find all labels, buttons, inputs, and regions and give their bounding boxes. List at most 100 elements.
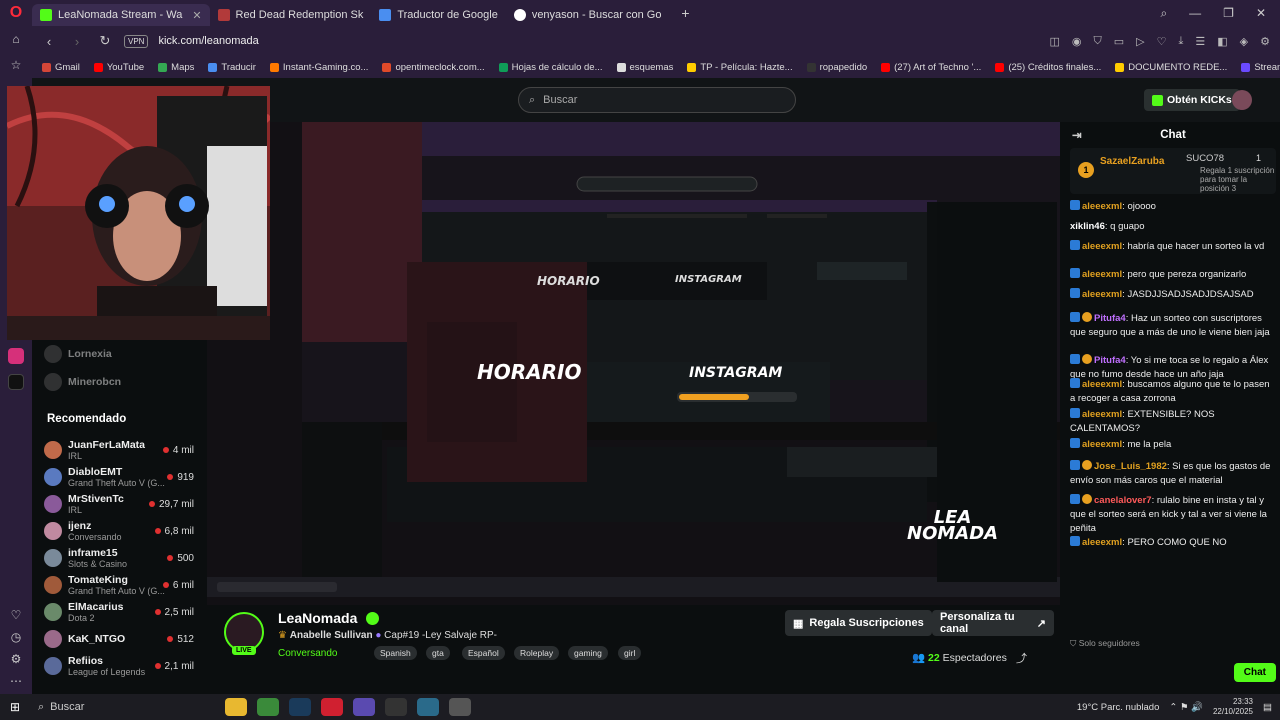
tag-chip[interactable]: girl xyxy=(618,646,642,660)
bookmark-item[interactable]: Instant-Gaming.co... xyxy=(269,62,368,73)
sidebar-item-channel[interactable]: MrStivenTc IRL 29,7 mil xyxy=(44,491,194,517)
sidebar-item-channel[interactable]: KaK_NTGO 512 xyxy=(44,626,194,652)
extension-icon[interactable]: ◈ xyxy=(1240,35,1248,48)
bookmark-item[interactable]: esquemas xyxy=(616,62,673,73)
chat-username[interactable]: aleeexml xyxy=(1082,379,1122,390)
profile-icon[interactable]: ◧ xyxy=(1217,35,1227,48)
settings-icon[interactable]: ⚙ xyxy=(1260,35,1270,48)
chat-input[interactable]: Chat xyxy=(1070,658,1276,686)
chat-username[interactable]: aleeexml xyxy=(1082,201,1122,212)
bookmark-item[interactable]: TP - Película: Hazte... xyxy=(687,62,793,73)
search-icon[interactable]: ⌕ xyxy=(1160,6,1167,21)
weather-text[interactable]: 19°C Parc. nublado xyxy=(1077,702,1160,713)
chat-username[interactable]: xiklin46 xyxy=(1070,221,1105,232)
forward-icon[interactable]: › xyxy=(68,34,86,49)
chat-username[interactable]: canelalover7 xyxy=(1094,495,1152,506)
pin-icon[interactable]: ☆ xyxy=(0,52,32,78)
restore-icon[interactable]: ❐ xyxy=(1223,6,1234,21)
new-tab-button[interactable]: + xyxy=(675,3,695,23)
back-icon[interactable]: ‹ xyxy=(40,34,58,49)
discord-icon[interactable] xyxy=(353,698,375,716)
sidebar-item-offline[interactable]: Minerobcn xyxy=(44,371,194,393)
tab-google-translate[interactable]: Traductor de Google xyxy=(371,4,505,26)
avatar[interactable] xyxy=(1232,90,1252,110)
steam-icon[interactable] xyxy=(289,698,311,716)
chat-username[interactable]: aleeexml xyxy=(1082,269,1122,280)
opera-icon[interactable] xyxy=(321,698,343,716)
opera-logo-icon[interactable]: O xyxy=(0,0,32,26)
customize-channel-button[interactable]: Personaliza tu canal ↗ xyxy=(932,610,1054,636)
bookmark-item[interactable]: Maps xyxy=(158,62,194,73)
tag-chip[interactable]: gaming xyxy=(568,646,608,660)
shield-icon[interactable]: ⛉ xyxy=(1094,35,1102,48)
chat-username[interactable]: Pitufa4 xyxy=(1094,313,1126,324)
chat-username[interactable]: aleeexml xyxy=(1082,289,1122,300)
chat-username[interactable]: aleeexml xyxy=(1082,409,1122,420)
home-icon[interactable]: ⌂ xyxy=(0,26,32,52)
taskbar-search[interactable]: ⌕ Buscar xyxy=(30,697,220,717)
tab-red-dead[interactable]: Red Dead Redemption Sk xyxy=(210,4,372,26)
menu-icon[interactable]: ☰ xyxy=(1195,35,1205,48)
share-icon[interactable]: ⤴ xyxy=(1016,650,1027,666)
chat-username[interactable]: Pitufa4 xyxy=(1094,355,1126,366)
sidebar-item-channel[interactable]: inframe15 Slots & Casino 500 xyxy=(44,545,194,571)
tag-chip[interactable]: Español xyxy=(462,646,505,660)
wallet-icon[interactable]: ▭ xyxy=(1114,35,1124,48)
bookmark-item[interactable]: Traducir xyxy=(208,62,256,73)
url-field[interactable]: kick.com/leanomada xyxy=(158,35,258,47)
camera-icon[interactable]: ◉ xyxy=(1072,35,1082,48)
gift-subs-button[interactable]: ▦ Regala Suscripciones xyxy=(785,610,932,636)
tag-chip[interactable]: Spanish xyxy=(374,646,417,660)
collapse-chat-icon[interactable]: ⇥ xyxy=(1072,128,1082,142)
more-icon[interactable]: ⋯ xyxy=(0,668,32,694)
close-icon[interactable]: ✕ xyxy=(192,9,201,22)
tag-chip[interactable]: gta xyxy=(426,646,450,660)
chat-username[interactable]: aleeexml xyxy=(1082,537,1122,548)
notifications-icon[interactable]: ▤ xyxy=(1263,702,1272,713)
bookmark-item[interactable]: DOCUMENTO REDE... xyxy=(1115,62,1227,73)
bookmark-item[interactable]: opentimeclock.com... xyxy=(382,62,485,73)
sidebar-item-channel[interactable]: DiabloEMT Grand Theft Auto V (G... 919 xyxy=(44,464,194,490)
sidebar-item-channel[interactable]: ElMacarius Dota 2 2,5 mil xyxy=(44,599,194,625)
bookmark-item[interactable]: StreamElements - O... xyxy=(1241,62,1280,73)
play-icon[interactable]: ▷ xyxy=(1136,35,1144,48)
bookmark-item[interactable]: (27) Art of Techno '... xyxy=(881,62,981,73)
tag-chip[interactable]: Roleplay xyxy=(514,646,560,660)
bookmark-item[interactable]: Hojas de cálculo de... xyxy=(498,62,603,73)
chrome-icon[interactable] xyxy=(257,698,279,716)
sidebar-item-channel[interactable]: Refiios League of Legends 2,1 mil xyxy=(44,653,194,679)
bookmark-item[interactable]: (25) Créditos finales... xyxy=(995,62,1101,73)
minimize-icon[interactable]: — xyxy=(1189,6,1201,21)
obs-icon[interactable] xyxy=(385,698,407,716)
file-explorer-icon[interactable] xyxy=(225,698,247,716)
sidebar-item-channel[interactable]: JuanFerLaMata IRL 4 mil xyxy=(44,437,194,463)
screenshot-icon[interactable]: ◫ xyxy=(1049,35,1059,48)
app-icon[interactable] xyxy=(417,698,439,716)
search-input[interactable]: ⌕ Buscar xyxy=(518,87,796,113)
video-player[interactable]: HORARIO INSTAGRAM HORARIO INSTAGRAM LEA … xyxy=(207,122,1060,605)
chat-send-button[interactable]: Chat xyxy=(1233,662,1276,682)
bookmark-item[interactable]: Gmail xyxy=(42,62,80,73)
heart-icon[interactable]: ♡ xyxy=(1157,35,1167,48)
clock[interactable]: 23:33 22/10/2025 xyxy=(1213,697,1253,717)
stream-category[interactable]: Conversando xyxy=(278,648,337,659)
download-icon[interactable]: ⤓ xyxy=(1179,35,1184,48)
sidebar-item-channel[interactable]: TomateKing Grand Theft Auto V (G... 6 mil xyxy=(44,572,194,598)
tiktok-icon[interactable] xyxy=(8,374,24,390)
instagram-icon[interactable] xyxy=(8,348,24,364)
vpn-badge[interactable]: VPN xyxy=(124,34,149,48)
close-window-icon[interactable]: ✕ xyxy=(1256,6,1266,21)
top-gifter[interactable]: SazaelZaruba xyxy=(1100,156,1164,167)
bookmark-item[interactable]: YouTube xyxy=(93,62,144,73)
sidebar-item-offline[interactable]: Lornexia xyxy=(44,343,194,365)
sidebar-item-channel[interactable]: ijenz Conversando 6,8 mil xyxy=(44,518,194,544)
rank-user[interactable]: SUCO78 xyxy=(1186,153,1224,164)
streamer-name[interactable]: LeaNomada xyxy=(278,610,357,626)
bookmark-item[interactable]: ropapedido xyxy=(806,62,867,73)
app-icon-2[interactable] xyxy=(449,698,471,716)
chat-username[interactable]: Jose_Luis_1982 xyxy=(1094,461,1167,472)
tray-icons[interactable]: ⌃ ⚑ 🔊 xyxy=(1169,702,1203,713)
chat-username[interactable]: aleeexml xyxy=(1082,439,1122,450)
tab-google-search[interactable]: venyason - Buscar con Go xyxy=(506,4,670,26)
get-kicks-button[interactable]: Obtén KICKs xyxy=(1144,89,1240,111)
